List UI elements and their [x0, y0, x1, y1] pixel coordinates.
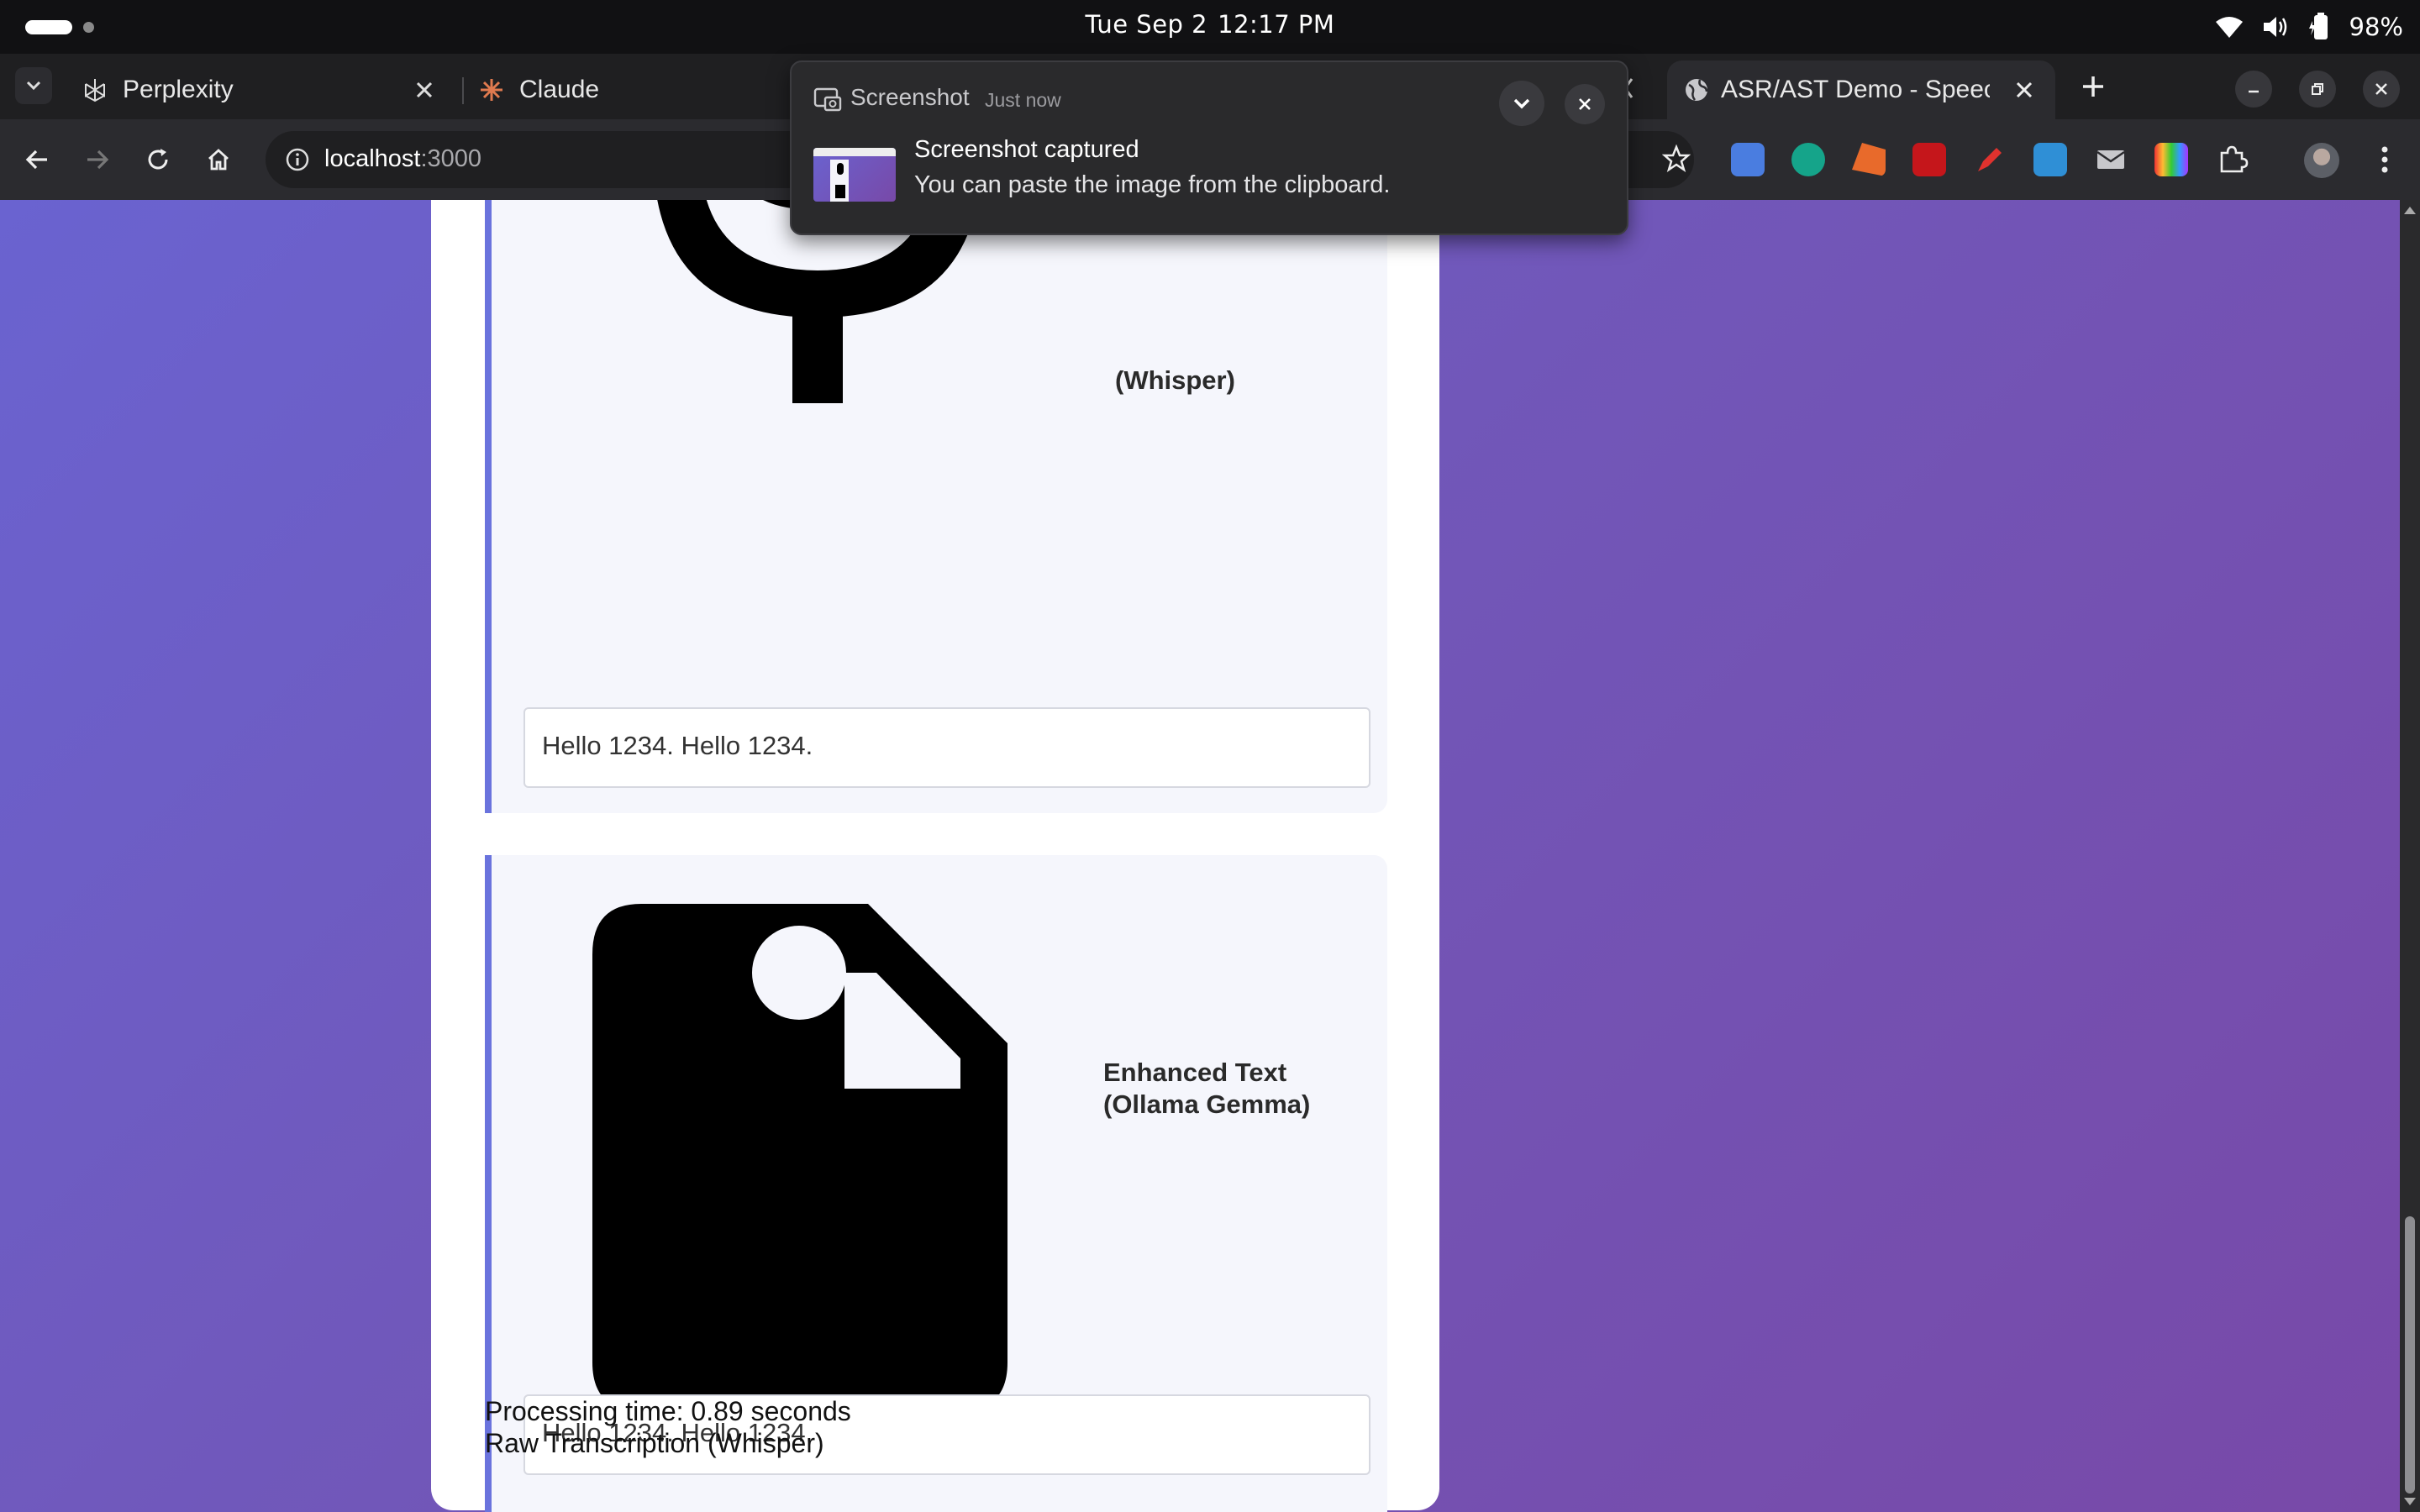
forward-button[interactable]: [79, 141, 116, 178]
close-icon: [2375, 83, 2387, 95]
raw-transcription-panel: (Whisper) Hello 1234. Hello 1234.: [485, 200, 1387, 813]
new-tab-plus-icon[interactable]: [2079, 72, 2107, 101]
notification-title: Screenshot captured: [914, 136, 1139, 163]
raw-transcription-heading: Raw Transcription (Whisper): [485, 1428, 824, 1458]
microphone-icon: [657, 200, 978, 403]
notification-expand-button[interactable]: [1499, 81, 1544, 126]
screenshot-app-icon: [813, 87, 842, 112]
mail-icon[interactable]: [2094, 143, 2128, 176]
notification-close-button[interactable]: [1565, 84, 1605, 124]
globe-icon: [1686, 79, 1708, 101]
reload-icon: [148, 149, 168, 170]
panel-label-line2: (Ollama Gemma): [1103, 1089, 1311, 1119]
puzzle-icon[interactable]: [2215, 143, 2249, 176]
tab-claude[interactable]: Claude: [445, 60, 798, 119]
scroll-up-arrow-icon[interactable]: [2404, 207, 2416, 214]
photo-icon[interactable]: [2033, 143, 2067, 176]
page-viewport: (Whisper) Hello 1234. Hello 1234. Enhanc…: [0, 200, 2400, 1512]
tab-title: ASR/AST Demo - Speech: [1721, 76, 1990, 103]
window-close-button[interactable]: [2363, 71, 2400, 108]
notification-time: Just now: [985, 89, 1061, 111]
panel-label-line1: Enhanced Text: [1103, 1058, 1287, 1087]
screenshot-notification[interactable]: Screenshot Just now Screenshot captured …: [790, 60, 1628, 235]
home-button[interactable]: [200, 141, 237, 178]
color-picker-icon[interactable]: [2154, 143, 2188, 176]
battery-percent: 98%: [2349, 13, 2403, 41]
tab-title: Perplexity: [123, 76, 234, 103]
close-icon: [1579, 98, 1591, 110]
battery-icon: [2308, 13, 2328, 39]
results-card: (Whisper) Hello 1234. Hello 1234. Enhanc…: [431, 200, 1439, 1512]
browser-menu-button[interactable]: [2366, 141, 2403, 178]
back-arrow-icon: [25, 150, 47, 170]
notification-app-name: Screenshot: [850, 84, 970, 110]
restore-button[interactable]: [2299, 71, 2336, 108]
volume-icon: [2263, 17, 2286, 37]
clock[interactable]: Tue Sep 2 12:17 PM: [0, 10, 2420, 39]
tab-search-button[interactable]: [15, 67, 52, 104]
panel-label: Enhanced Text (Ollama Gemma): [1103, 1057, 1310, 1121]
chevron-down-icon: [26, 81, 41, 91]
back-button[interactable]: [18, 141, 55, 178]
processing-time: Processing time: 0.89 seconds: [485, 1396, 851, 1426]
home-icon: [208, 149, 229, 171]
url-port: :3000: [420, 145, 482, 172]
wifi-icon: [2215, 17, 2243, 38]
url-text: localhost:3000: [324, 145, 481, 173]
raw-transcription-textbox[interactable]: Hello 1234. Hello 1234.: [523, 707, 1370, 788]
reload-button[interactable]: [139, 141, 176, 178]
time-text: 12:17 PM: [1218, 10, 1335, 39]
document-icon: [592, 904, 1007, 1411]
pen-icon[interactable]: [1973, 143, 2007, 176]
pdf-icon[interactable]: [1912, 143, 1946, 176]
tab-title: Claude: [519, 76, 600, 103]
forward-arrow-icon: [87, 150, 109, 170]
panel-label: (Whisper): [1115, 365, 1235, 395]
os-top-bar: Tue Sep 2 12:17 PM 98%: [0, 0, 2420, 54]
system-status-area[interactable]: 98%: [2215, 8, 2403, 45]
google-translate-icon[interactable]: [1731, 143, 1765, 176]
minimize-icon: [2249, 90, 2259, 93]
profile-avatar[interactable]: [2304, 143, 2339, 178]
bookmark-star-icon[interactable]: [1662, 144, 1691, 173]
scroll-down-arrow-icon[interactable]: [2404, 1498, 2416, 1505]
tab-perplexity[interactable]: Perplexity: [49, 60, 452, 119]
close-icon[interactable]: [2013, 79, 2035, 101]
tab-asr-demo[interactable]: ASR/AST Demo - Speech: [1667, 60, 2055, 119]
screenshot-thumbnail: [813, 148, 896, 202]
page-scrollbar[interactable]: [2400, 200, 2420, 1512]
scroll-thumb[interactable]: [2405, 1216, 2415, 1494]
extension-flag-icon[interactable]: [1852, 143, 1886, 176]
close-icon[interactable]: [413, 79, 435, 101]
minimize-button[interactable]: [2235, 71, 2272, 108]
url-host: localhost: [324, 145, 421, 172]
claude-icon: [481, 79, 502, 101]
notification-body: You can paste the image from the clipboa…: [914, 171, 1391, 198]
date-text: Tue Sep 2: [1085, 10, 1208, 39]
chevron-down-icon: [1513, 98, 1530, 109]
perplexity-icon: [85, 79, 105, 102]
restore-icon: [2312, 83, 2323, 95]
grammarly-icon[interactable]: [1791, 143, 1825, 176]
site-info-icon[interactable]: [286, 148, 309, 171]
kebab-menu-icon: [2381, 146, 2388, 173]
